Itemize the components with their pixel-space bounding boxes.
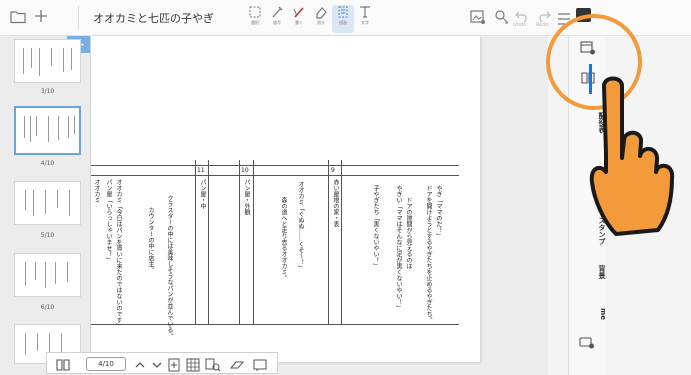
page-number-input[interactable]: 4/10 — [86, 357, 126, 371]
script-line: オオカミ「ぐぬぬ……くそ〜！」 — [297, 181, 304, 271]
script-line: オオカミ — [93, 179, 100, 203]
scene-divider — [253, 160, 254, 325]
scene-divider — [328, 160, 329, 325]
tool-label: 書く — [295, 20, 303, 25]
script-line: 子やぎたち「黒くないやい！」 — [372, 185, 379, 269]
thumbnail-page-3[interactable] — [14, 39, 81, 83]
script-rule — [91, 324, 459, 325]
select-tool-button[interactable]: 選択 — [244, 5, 266, 33]
redo-label: Redo — [536, 22, 549, 28]
scene-divider — [195, 160, 196, 325]
grid-view-icon[interactable] — [186, 357, 200, 375]
search-page-icon[interactable] — [205, 357, 221, 375]
thumbnail-page-5[interactable] — [14, 181, 81, 225]
tool-label: 描写 — [273, 20, 281, 25]
eraser-tool-button[interactable]: 消す — [310, 5, 332, 33]
page-thumbnail-panel: 3/10 4/10 5/10 6/10 — [0, 36, 91, 375]
scene-divider — [208, 160, 209, 325]
pointing-hand-icon — [588, 74, 690, 248]
draw-tool-button[interactable]: 描写 — [266, 5, 288, 33]
scene-number: 10 — [241, 167, 249, 174]
thumbnail-page-4[interactable] — [14, 106, 81, 155]
tool-label: 選択 — [251, 20, 259, 25]
script-line: やぎい「ママはそんなに足が黒くないやい！」 — [395, 185, 402, 311]
render-tool-button[interactable]: 描画 — [332, 5, 354, 33]
write-tool-button[interactable]: 書く — [288, 5, 310, 33]
script-line: パン屋「いらっしゃいませ！」 — [105, 179, 112, 263]
folder-icon[interactable] — [10, 9, 26, 28]
undo-label: Undo — [513, 22, 527, 28]
add-page-icon[interactable] — [167, 357, 181, 375]
thumbnail-label: 4/10 — [40, 160, 55, 167]
script-line: クラスターの中には美味しそうなパンが並んでいる。 — [166, 195, 173, 339]
scene-heading: 赤い屋根の家・表 — [332, 179, 339, 227]
tool-label: 消す — [317, 20, 325, 25]
scene-heading: パン屋・外観 — [243, 179, 250, 215]
chevron-down-icon[interactable] — [151, 357, 163, 375]
script-rule — [91, 175, 459, 176]
script-rule — [91, 165, 459, 166]
script-line: カウンターの中に店主。 — [147, 207, 154, 273]
document-title: オオカミと七匹の子やぎ — [93, 12, 214, 25]
frame-icon[interactable] — [252, 357, 268, 375]
device-settings-icon[interactable] — [579, 334, 595, 353]
scene-number: 11 — [197, 167, 205, 174]
script-page[interactable]: 11 10 9 やぎ「ママのだ！」 ドアを開けようとするやぎたちを止めるやぎたち… — [91, 36, 480, 362]
thumbnail-page-6[interactable] — [14, 253, 81, 297]
divider — [78, 6, 79, 30]
tab-background[interactable]: 背景 — [569, 258, 607, 286]
text-tool-button[interactable]: 文字 — [354, 5, 376, 33]
chevron-up-icon[interactable] — [134, 357, 146, 375]
app-window: オオカミと七匹の子やぎ 選択 描写 書く 消す 描画 文字 Undo Redo … — [0, 0, 691, 375]
page-navigation-bar: 4/10 — [46, 352, 278, 374]
document-canvas[interactable]: 11 10 9 やぎ「ママのだ！」 ドアを開けようとするやぎたちを止めるやぎたち… — [91, 36, 548, 375]
script-line: ドアを開けようとするやぎたちを止めるやぎたち。 — [425, 185, 432, 323]
lasso-icon[interactable] — [494, 9, 510, 29]
scene-number: 9 — [331, 167, 335, 174]
thumbnail-label: 6/10 — [40, 304, 55, 311]
scene-divider — [239, 160, 240, 325]
script-line: オオカミ「今日はパンを貰いに来たのではないのです」 — [115, 179, 122, 329]
tab-me[interactable]: me — [569, 304, 607, 324]
tool-label: 文字 — [361, 20, 369, 25]
thumbnail-label: 3/10 — [40, 88, 55, 95]
thumbnail-label: 5/10 — [40, 232, 55, 239]
tool-label: 描画 — [339, 20, 347, 25]
eraser-icon[interactable] — [229, 357, 245, 375]
scene-heading: パン屋・中 — [199, 179, 206, 209]
book-view-icon[interactable] — [55, 357, 71, 375]
scene-divider — [341, 160, 342, 325]
script-line: 森の道へと走り去るオオカミ。 — [280, 197, 287, 281]
add-icon[interactable] — [34, 8, 48, 27]
image-icon[interactable] — [470, 9, 486, 29]
script-line: やぎ「ママのだ！」 — [435, 185, 442, 239]
script-line: ドアの隙間から見えるのは — [405, 197, 412, 269]
script-frame: 11 10 9 やぎ「ママのだ！」 ドアを開けようとするやぎたちを止めるやぎたち… — [91, 160, 480, 339]
